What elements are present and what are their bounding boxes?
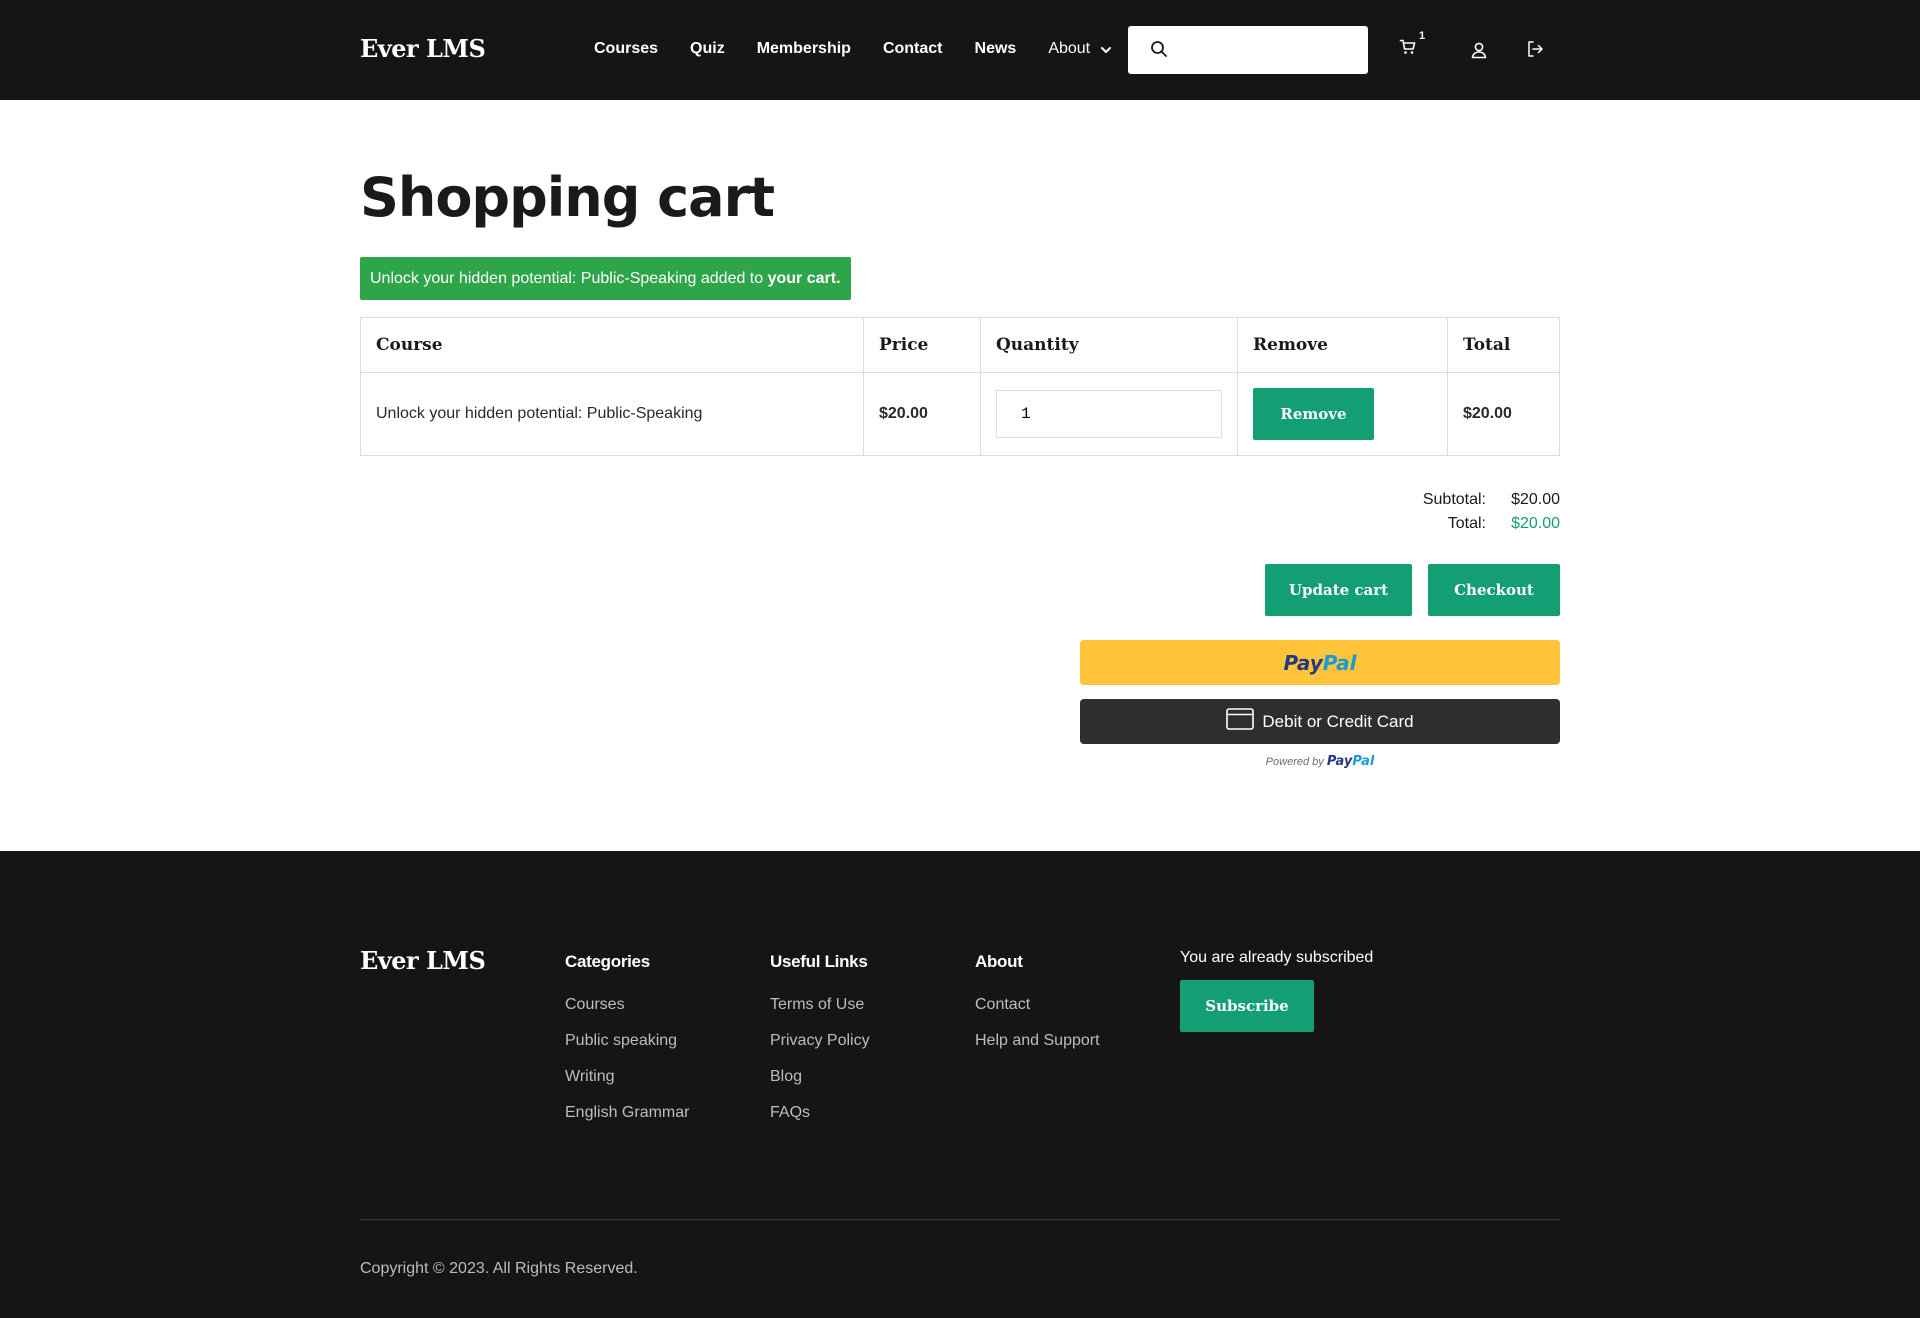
footer-categories: Categories Courses Public speaking Writi…: [565, 952, 689, 1140]
credit-card-icon: [1226, 708, 1262, 735]
nav-membership[interactable]: Membership: [757, 40, 851, 58]
subtotal-value: $20.00: [1511, 491, 1560, 508]
user-icon[interactable]: [1470, 41, 1488, 64]
footer-link-courses[interactable]: Courses: [565, 996, 689, 1032]
footer-link-privacy[interactable]: Privacy Policy: [770, 1032, 870, 1068]
cart-item-total: $20.00: [1447, 372, 1560, 456]
col-course: Course: [360, 317, 864, 373]
paypal-logo: PayPal: [1283, 650, 1357, 675]
powered-by-paypal: Powered by PayPal: [1080, 754, 1560, 769]
col-quantity: Quantity: [980, 317, 1238, 373]
footer-link-blog[interactable]: Blog: [770, 1068, 870, 1104]
footer-about-title: About: [975, 952, 1023, 971]
table-row: Unlock your hidden potential: Public-Spe…: [360, 372, 1560, 456]
cart-table: Course Price Quantity Remove Total Unloc…: [360, 317, 1560, 456]
logout-icon[interactable]: [1526, 40, 1544, 63]
paypal-button[interactable]: PayPal: [1080, 640, 1560, 685]
search-icon[interactable]: [1150, 40, 1168, 63]
footer-useful-links: Useful Links Terms of Use Privacy Policy…: [770, 952, 870, 1140]
footer-link-faqs[interactable]: FAQs: [770, 1104, 870, 1140]
subscribe-button[interactable]: Subscribe: [1180, 980, 1314, 1032]
copyright-text: Copyright © 2023. All Rights Reserved.: [360, 1260, 638, 1277]
search-input[interactable]: [1180, 36, 1360, 64]
alert-text: Unlock your hidden potential: Public-Spe…: [370, 270, 768, 287]
nav-contact[interactable]: Contact: [883, 40, 943, 58]
powered-by-text: Powered by: [1265, 756, 1324, 768]
paypal-small-logo: PayPal: [1326, 754, 1375, 769]
page-title: Shopping cart: [360, 166, 775, 229]
site-footer: Ever LMS Categories Courses Public speak…: [0, 851, 1920, 1318]
cart-table-header: Course Price Quantity Remove Total: [360, 317, 1560, 373]
subtotal-row: Subtotal: $20.00: [1400, 488, 1560, 512]
footer-link-terms[interactable]: Terms of Use: [770, 996, 870, 1032]
footer-link-help[interactable]: Help and Support: [975, 1032, 1100, 1068]
footer-link-contact[interactable]: Contact: [975, 996, 1100, 1032]
cart-item-remove-cell: Remove: [1237, 372, 1448, 456]
site-header: Ever LMS Courses Quiz Membership Contact…: [0, 0, 1920, 100]
search-box: [1128, 26, 1368, 74]
cart-item-course: Unlock your hidden potential: Public-Spe…: [360, 372, 864, 456]
col-price: Price: [863, 317, 981, 373]
footer-link-writing[interactable]: Writing: [565, 1068, 689, 1104]
debit-credit-card-button[interactable]: Debit or Credit Card: [1080, 699, 1560, 744]
cart-item-price: $20.00: [863, 372, 981, 456]
quantity-input[interactable]: [996, 390, 1222, 438]
col-remove: Remove: [1237, 317, 1448, 373]
remove-button[interactable]: Remove: [1253, 388, 1374, 440]
cart-icon[interactable]: [1399, 38, 1417, 61]
cart-item-quantity-cell: [980, 372, 1238, 456]
footer-link-public-speaking[interactable]: Public speaking: [565, 1032, 689, 1068]
footer-categories-title: Categories: [565, 952, 650, 971]
checkout-button[interactable]: Checkout: [1428, 564, 1560, 616]
nav-news[interactable]: News: [975, 40, 1017, 58]
cart-totals: Subtotal: $20.00 Total: $20.00: [1400, 488, 1560, 536]
update-cart-button[interactable]: Update cart: [1265, 564, 1412, 616]
site-logo[interactable]: Ever LMS: [360, 34, 486, 63]
card-button-label: Debit or Credit Card: [1262, 711, 1414, 731]
alert-cart-link[interactable]: your cart.: [768, 270, 841, 287]
nav-courses[interactable]: Courses: [594, 40, 658, 58]
footer-divider: [360, 1219, 1560, 1220]
footer-useful-links-title: Useful Links: [770, 952, 868, 971]
chevron-down-icon: [1100, 43, 1112, 55]
cart-count-badge: 1: [1419, 30, 1426, 42]
nav-quiz[interactable]: Quiz: [690, 40, 725, 58]
total-row: Total: $20.00: [1400, 512, 1560, 536]
footer-logo[interactable]: Ever LMS: [360, 946, 486, 975]
main-nav: Courses Quiz Membership Contact News Abo…: [594, 40, 1144, 58]
nav-about[interactable]: About: [1048, 40, 1112, 58]
col-total: Total: [1447, 317, 1560, 373]
subscribe-status-text: You are already subscribed: [1180, 949, 1374, 966]
footer-link-english-grammar[interactable]: English Grammar: [565, 1104, 689, 1140]
total-value: $20.00: [1511, 515, 1560, 532]
cart-success-alert: Unlock your hidden potential: Public-Spe…: [360, 257, 851, 300]
subtotal-label: Subtotal:: [1422, 491, 1486, 508]
nav-about-label: About: [1048, 40, 1091, 57]
footer-about: About Contact Help and Support: [975, 952, 1100, 1068]
total-label: Total:: [1447, 515, 1486, 532]
